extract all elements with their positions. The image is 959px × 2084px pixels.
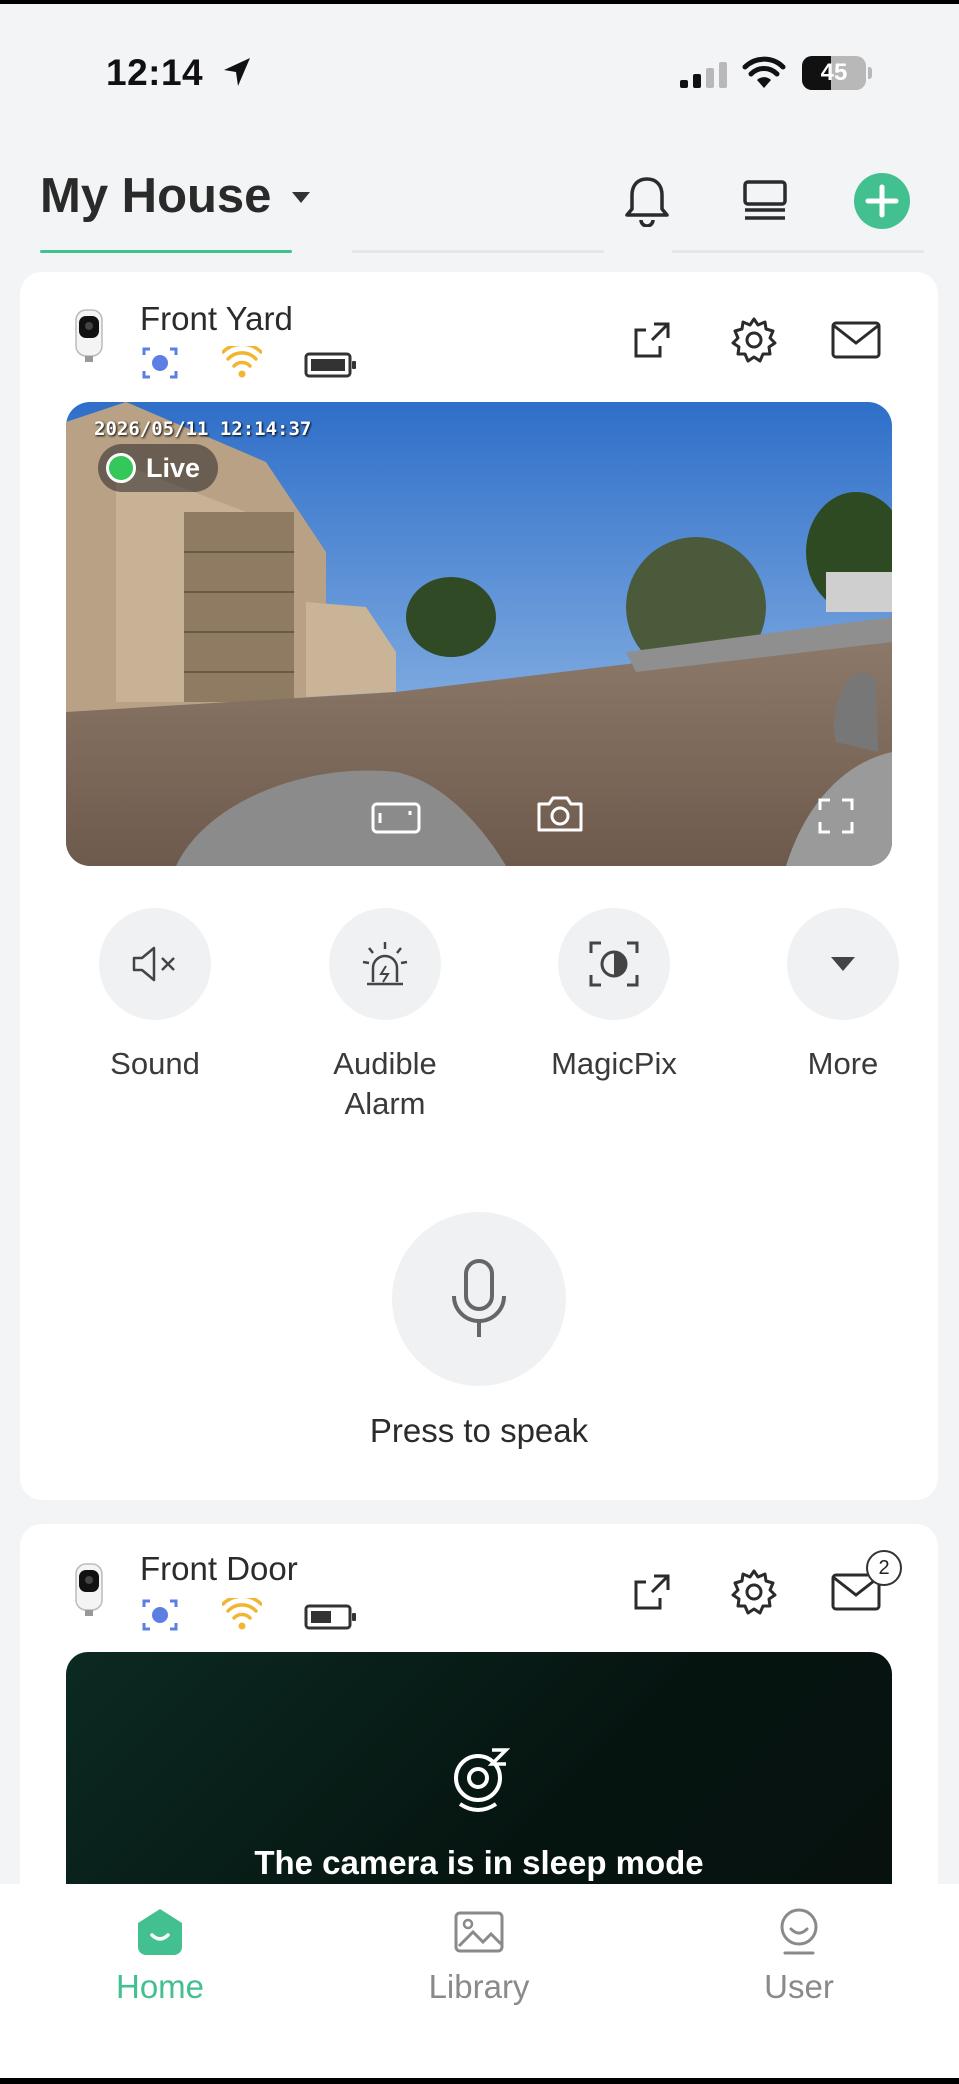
motion-detection-icon xyxy=(142,347,178,379)
nav-home[interactable]: Home xyxy=(60,1904,260,2006)
fullscreen-button[interactable] xyxy=(808,794,864,838)
sleep-mode-panel: The camera is in sleep mode xyxy=(66,1652,892,1912)
more-button[interactable] xyxy=(787,908,899,1020)
image-gallery-icon xyxy=(454,1911,504,1953)
messages-button[interactable] xyxy=(828,312,884,368)
bell-icon xyxy=(625,177,669,227)
live-indicator: Live xyxy=(98,444,219,492)
tab-indicator xyxy=(672,250,924,253)
wifi-icon xyxy=(742,56,786,88)
camera-name: Front Yard xyxy=(140,300,293,337)
share-button[interactable] xyxy=(624,1564,680,1620)
envelope-icon xyxy=(831,321,881,359)
magicpix-control[interactable]: MagicPix xyxy=(524,908,704,1084)
battery-indicator: 45 xyxy=(802,56,872,90)
press-to-speak-button[interactable] xyxy=(392,1212,566,1386)
nav-library[interactable]: Library xyxy=(379,1904,579,2006)
microphone-icon xyxy=(452,1259,506,1337)
gear-icon xyxy=(731,317,777,363)
user-icon xyxy=(780,1908,818,1955)
snapshot-button[interactable] xyxy=(532,792,588,836)
magicpix-label: MagicPix xyxy=(551,1046,677,1081)
sleep-camera-icon xyxy=(454,1748,511,1812)
device-battery-icon xyxy=(304,1604,356,1630)
wifi-signal-icon xyxy=(222,346,262,378)
camera-device-icon xyxy=(75,309,103,362)
gear-icon xyxy=(731,1569,777,1615)
more-label: More xyxy=(807,1046,879,1081)
live-label: Live xyxy=(146,452,201,483)
camera-device-icon xyxy=(75,1563,103,1616)
magicpix-icon xyxy=(589,941,639,987)
motion-detection-icon xyxy=(142,1599,178,1631)
plus-circle-icon xyxy=(854,173,910,229)
house-title[interactable]: My House xyxy=(40,168,271,224)
audible-alarm-button[interactable] xyxy=(329,908,441,1020)
nav-library-label: Library xyxy=(428,1968,530,2005)
wifi-signal-icon xyxy=(222,1598,262,1630)
camera-card-front-yard: Front Yard 2026/05/11 12:14:37 Live Soun… xyxy=(20,272,938,1500)
nav-user[interactable]: User xyxy=(699,1904,899,2006)
share-icon xyxy=(634,322,670,358)
speaker-muted-icon xyxy=(132,946,175,982)
record-video-icon xyxy=(371,802,421,834)
camera-snapshot-icon xyxy=(537,796,583,832)
multi-view-button[interactable] xyxy=(736,172,794,230)
share-icon xyxy=(634,1574,670,1610)
multi-view-icon xyxy=(743,180,787,220)
magicpix-button[interactable] xyxy=(558,908,670,1020)
press-to-speak-label: Press to speak xyxy=(369,1412,589,1449)
app-screen: 12:14 45 My House Front Yard 2026/05/11 … xyxy=(0,4,959,2078)
live-video-feed[interactable]: 2026/05/11 12:14:37 Live xyxy=(66,402,892,866)
battery-percent: 45 xyxy=(820,59,848,86)
message-count-badge: 2 xyxy=(866,1550,902,1586)
nav-user-label: User xyxy=(764,1968,834,2005)
sound-button[interactable] xyxy=(99,908,211,1020)
share-button[interactable] xyxy=(624,312,680,368)
cellular-signal-icon xyxy=(680,62,727,88)
bottom-navigation: Home Library User xyxy=(0,1884,959,2078)
fullscreen-icon xyxy=(818,798,854,834)
camera-settings-button[interactable] xyxy=(726,312,782,368)
sleep-mode-text: The camera is in sleep mode xyxy=(254,1844,704,1881)
video-timestamp: 2026/05/11 12:14:37 xyxy=(94,418,312,440)
caret-down-icon xyxy=(831,957,855,971)
add-device-button[interactable] xyxy=(853,172,911,230)
nav-home-label: Home xyxy=(115,1968,205,2005)
status-time: 12:14 xyxy=(106,52,204,93)
location-arrow-icon xyxy=(224,58,250,86)
audible-alarm-label: Audible Alarm xyxy=(333,1046,437,1121)
house-dropdown-icon[interactable] xyxy=(292,192,310,204)
audible-alarm-control[interactable]: Audible Alarm xyxy=(295,908,475,1124)
camera-card-front-door: Front Door 2 The camera is in sleep mode xyxy=(20,1524,938,1944)
sound-label: Sound xyxy=(110,1046,200,1081)
tab-indicator-active xyxy=(40,250,292,253)
home-icon xyxy=(138,1909,182,1955)
live-status-dot xyxy=(106,453,136,483)
record-button[interactable] xyxy=(368,796,424,840)
camera-settings-button[interactable] xyxy=(726,1564,782,1620)
camera-name: Front Door xyxy=(140,1550,298,1587)
siren-icon xyxy=(362,942,408,986)
notifications-button[interactable] xyxy=(618,172,676,230)
sound-control[interactable]: Sound xyxy=(65,908,245,1084)
device-battery-icon xyxy=(304,352,356,378)
more-control[interactable]: More xyxy=(753,908,933,1084)
tab-indicator xyxy=(352,250,604,253)
